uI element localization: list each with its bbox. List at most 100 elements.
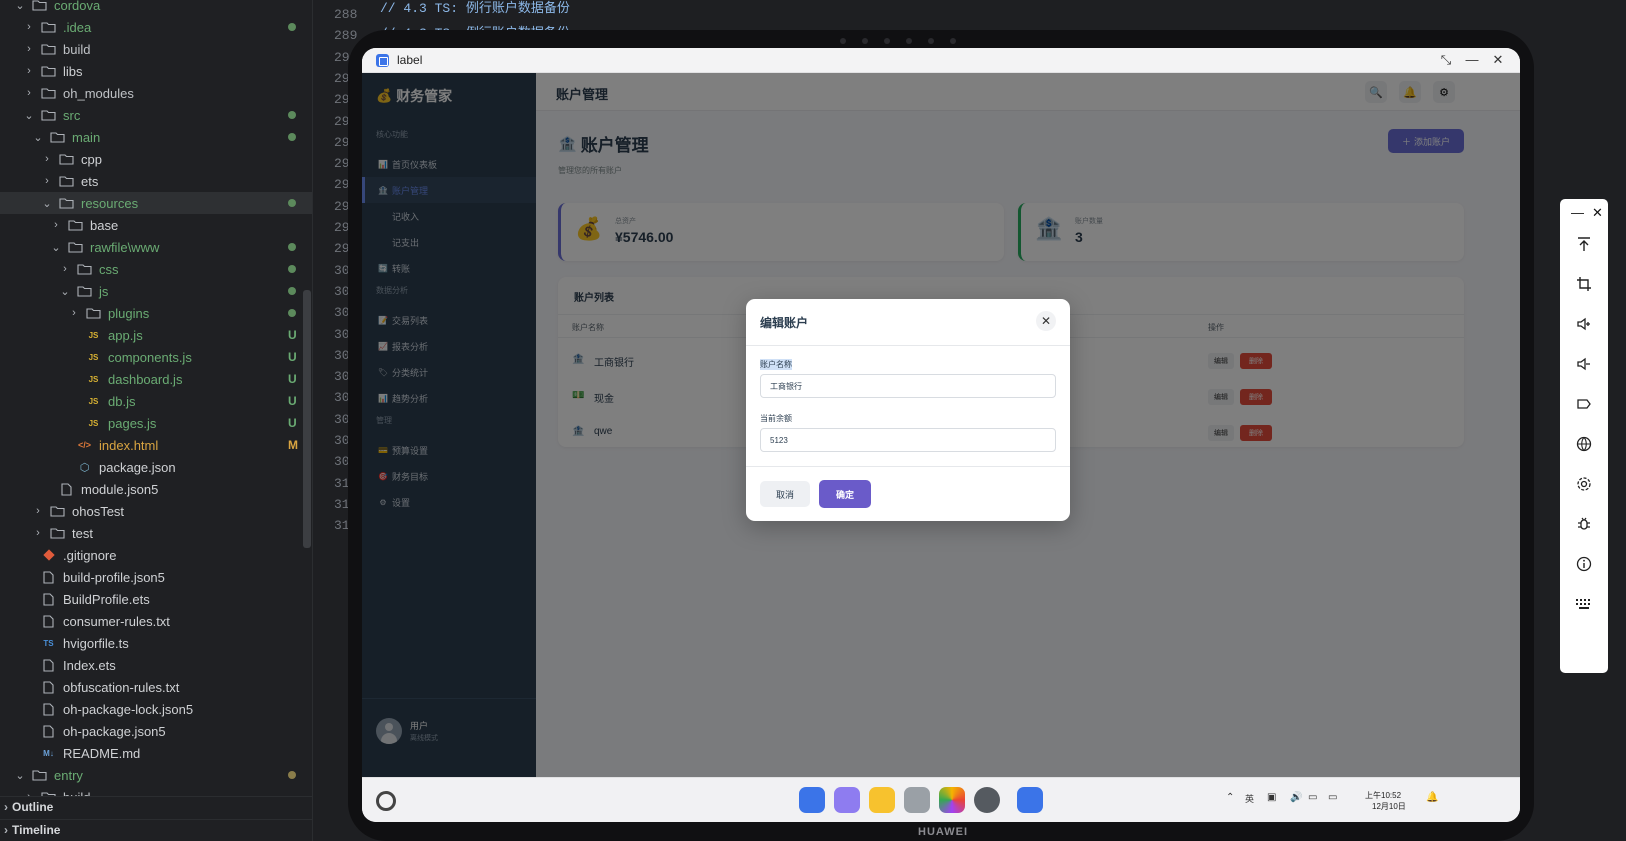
- balance-input[interactable]: 5123: [760, 428, 1056, 452]
- keyboard-icon[interactable]: [1574, 594, 1594, 614]
- volume-up-icon[interactable]: [1574, 314, 1594, 334]
- tree-item[interactable]: ⌄ main: [0, 126, 312, 148]
- chevron-right-icon: ›: [27, 65, 31, 77]
- tree-item[interactable]: TS hvigorfile.ts: [0, 632, 312, 654]
- tree-item[interactable]: oh-package-lock.json5: [0, 698, 312, 720]
- globe-icon[interactable]: [1574, 434, 1594, 454]
- tree-item[interactable]: .gitignore: [0, 544, 312, 566]
- volume-icon[interactable]: 🔊: [1290, 792, 1302, 803]
- tree-item-label: .idea: [63, 19, 92, 35]
- pin-top-icon[interactable]: [1574, 234, 1594, 254]
- battery-icon[interactable]: ▭: [1328, 792, 1337, 803]
- chevron-right-icon: ›: [45, 153, 49, 165]
- cancel-button[interactable]: 取消: [760, 481, 810, 507]
- code-line[interactable]: // 4.3 TS: 例行账户数据备份: [380, 0, 570, 16]
- explorer-scrollbar[interactable]: [303, 290, 311, 548]
- tree-item[interactable]: › test: [0, 522, 312, 544]
- confirm-button[interactable]: 确定: [819, 480, 871, 508]
- settings-icon[interactable]: [1574, 474, 1594, 494]
- window-title: label: [397, 53, 423, 67]
- tree-item[interactable]: ⌄ cordova: [0, 0, 312, 16]
- clock-date[interactable]: 12月10日: [1372, 801, 1406, 812]
- chevron-up-icon[interactable]: ⌃: [1226, 792, 1234, 803]
- tree-item[interactable]: BuildProfile.ets: [0, 588, 312, 610]
- markdown-file-icon: M↓: [43, 748, 54, 758]
- minimize-icon[interactable]: —: [1571, 205, 1584, 220]
- tree-item[interactable]: ⬡ package.json: [0, 456, 312, 478]
- files-icon[interactable]: [869, 787, 895, 813]
- project-explorer: ⌄ cordova › .idea › build › libs › oh_modules ⌄ src…: [0, 0, 313, 841]
- folder-icon: [50, 504, 65, 518]
- tree-item[interactable]: build-profile.json5: [0, 566, 312, 588]
- settings-icon[interactable]: [974, 787, 1000, 813]
- tree-item[interactable]: › libs: [0, 60, 312, 82]
- tree-item[interactable]: module.json5: [0, 478, 312, 500]
- folder-icon: [32, 768, 47, 782]
- tree-item[interactable]: › .idea: [0, 16, 312, 38]
- modified-dot: [288, 771, 296, 779]
- tree-item[interactable]: JS components.js U: [0, 346, 312, 368]
- crop-icon[interactable]: [1574, 274, 1594, 294]
- modified-dot: [288, 23, 296, 31]
- multitask-icon[interactable]: [834, 787, 860, 813]
- close-icon[interactable]: ✕: [1489, 52, 1507, 68]
- start-button[interactable]: [376, 791, 396, 811]
- tree-item[interactable]: › build: [0, 38, 312, 60]
- device-icon[interactable]: ▭: [1308, 792, 1317, 803]
- tree-item-label: obfuscation-rules.txt: [63, 679, 180, 695]
- chevron-right-icon: ›: [36, 527, 40, 539]
- bug-icon[interactable]: [1574, 514, 1594, 534]
- notification-bell-icon[interactable]: 🔔: [1426, 792, 1438, 803]
- file-icon: [41, 592, 56, 606]
- tree-item[interactable]: JS pages.js U: [0, 412, 312, 434]
- tree-item[interactable]: oh-package.json5: [0, 720, 312, 742]
- volume-down-icon[interactable]: [1574, 354, 1594, 374]
- chevron-right-icon: ›: [36, 505, 40, 517]
- tree-item[interactable]: JS dashboard.js U: [0, 368, 312, 390]
- tree-item[interactable]: consumer-rules.txt: [0, 610, 312, 632]
- tree-item[interactable]: › ohosTest: [0, 500, 312, 522]
- gallery-icon[interactable]: [939, 787, 965, 813]
- tree-item[interactable]: › plugins: [0, 302, 312, 324]
- close-icon[interactable]: ✕: [1592, 205, 1603, 221]
- chevron-right-icon: ›: [63, 263, 67, 275]
- tree-item-label: test: [72, 525, 93, 541]
- tree-item[interactable]: › ets: [0, 170, 312, 192]
- tree-item[interactable]: JS db.js U: [0, 390, 312, 412]
- app-grid-icon[interactable]: [799, 787, 825, 813]
- close-icon[interactable]: ✕: [1036, 311, 1056, 331]
- chevron-down-icon: ⌄: [15, 0, 25, 12]
- tree-item[interactable]: Index.ets: [0, 654, 312, 676]
- modified-dot: [288, 111, 296, 119]
- account-name-input[interactable]: 工商银行: [760, 374, 1056, 398]
- label-icon[interactable]: [1574, 394, 1594, 414]
- tree-item[interactable]: › cpp: [0, 148, 312, 170]
- minimize-icon[interactable]: —: [1463, 52, 1481, 67]
- tree-item[interactable]: ⌄ entry: [0, 764, 312, 786]
- chevron-down-icon: ⌄: [24, 109, 34, 122]
- tree-item[interactable]: › base: [0, 214, 312, 236]
- tree-item[interactable]: obfuscation-rules.txt: [0, 676, 312, 698]
- tree-item[interactable]: M↓ README.md: [0, 742, 312, 764]
- js-file-icon: JS: [88, 418, 99, 428]
- tree-item[interactable]: › oh_modules: [0, 82, 312, 104]
- clipboard-icon[interactable]: ▣: [1267, 792, 1276, 803]
- tree-item[interactable]: ⌄ js: [0, 280, 312, 302]
- info-icon[interactable]: [1574, 554, 1594, 574]
- tree-item[interactable]: ⌄ rawfile\www: [0, 236, 312, 258]
- trash-icon[interactable]: [904, 787, 930, 813]
- restore-icon[interactable]: ⤡: [1437, 52, 1455, 68]
- outline-panel-header[interactable]: › Outline: [0, 796, 312, 817]
- tree-item[interactable]: JS app.js U: [0, 324, 312, 346]
- tree-item[interactable]: ⌄ resources: [0, 192, 312, 214]
- tree-item[interactable]: › css: [0, 258, 312, 280]
- tree-item[interactable]: ⌄ src: [0, 104, 312, 126]
- ime-indicator[interactable]: 英: [1245, 792, 1254, 805]
- clock-time[interactable]: 上午10:52: [1365, 790, 1401, 801]
- active-app-icon[interactable]: [1017, 787, 1043, 813]
- tree-item[interactable]: </> index.html M: [0, 434, 312, 456]
- tree-item-label: components.js: [108, 349, 192, 365]
- tree-item-label: pages.js: [108, 415, 157, 431]
